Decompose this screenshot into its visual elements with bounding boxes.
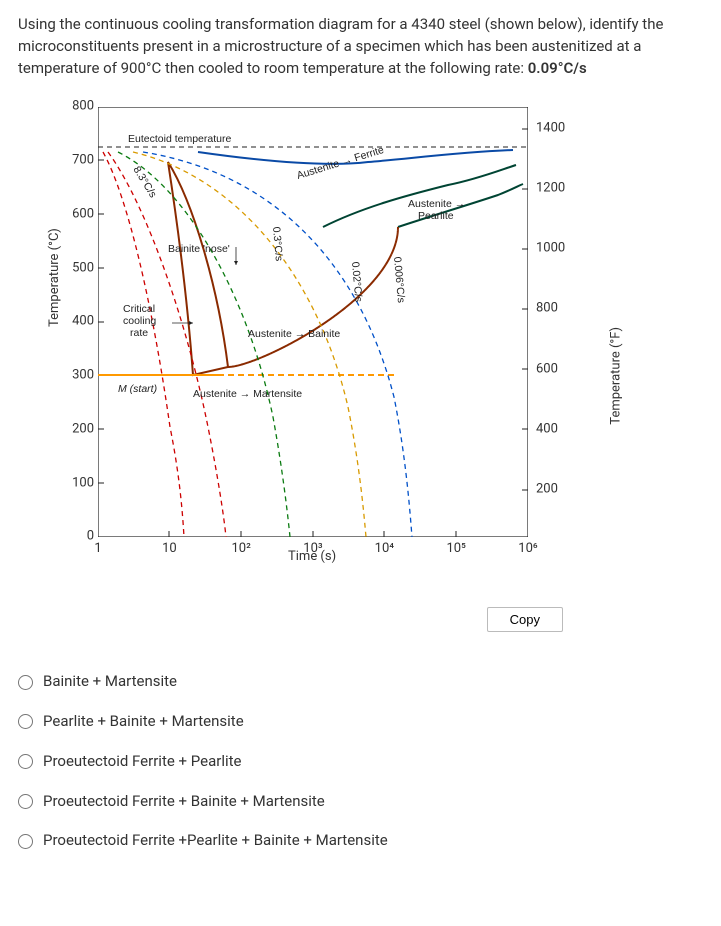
plot-area: Eutectoid temperature M (start) xyxy=(98,107,528,537)
copy-row: Copy xyxy=(18,607,703,632)
plot-svg: Eutectoid temperature M (start) xyxy=(98,107,528,537)
label-bainite-nose: Bainite 'nose' xyxy=(168,243,230,255)
question-text: Using the continuous cooling transformat… xyxy=(18,14,703,79)
rate-0p02: 0.02°C/s xyxy=(349,261,364,302)
option-2[interactable]: Pearlite + Bainite + Martensite xyxy=(18,702,703,742)
option-3[interactable]: Proeutectoid Ferrite + Pearlite xyxy=(18,742,703,782)
label-am: Austenite → Martensite xyxy=(193,388,302,400)
option-5-label: Proeutectoid Ferrite +Pearlite + Bainite… xyxy=(43,830,388,852)
question-rate: 0.09°C/s xyxy=(528,59,587,77)
option-3-label: Proeutectoid Ferrite + Pearlite xyxy=(43,751,241,773)
rate-8p3: 8.3°C/s xyxy=(130,164,158,200)
option-4[interactable]: Proeutectoid Ferrite + Bainite + Martens… xyxy=(18,782,703,822)
option-1-radio[interactable] xyxy=(18,675,33,690)
label-mstart: M (start) xyxy=(118,383,157,395)
option-3-radio[interactable] xyxy=(18,754,33,769)
copy-button[interactable]: Copy xyxy=(487,607,563,632)
option-1[interactable]: Bainite + Martensite xyxy=(18,662,703,702)
option-5-radio[interactable] xyxy=(18,834,33,849)
label-ab: Austenite → Bainite xyxy=(248,328,340,340)
option-4-radio[interactable] xyxy=(18,794,33,809)
rate-0p006: 0.006°C/s xyxy=(391,256,407,303)
y-axis-left-label: Temperature (°C) xyxy=(46,228,65,327)
label-eutectoid: Eutectoid temperature xyxy=(128,133,231,145)
option-2-radio[interactable] xyxy=(18,714,33,729)
cct-figure: Temperature (°C) Temperature (°F) Time (… xyxy=(38,97,598,597)
option-1-label: Bainite + Martensite xyxy=(43,671,177,693)
label-ccr: Critical cooling rate xyxy=(123,303,159,339)
option-4-label: Proeutectoid Ferrite + Bainite + Martens… xyxy=(43,791,325,813)
option-2-label: Pearlite + Bainite + Martensite xyxy=(43,711,244,733)
answer-options: Bainite + Martensite Pearlite + Bainite … xyxy=(18,662,703,861)
label-ap: Austenite → Pearlite xyxy=(408,198,468,222)
rate-0p3: 0.3°C/s xyxy=(270,226,285,261)
y-axis-right-label: Temperature (°F) xyxy=(608,327,627,425)
option-5[interactable]: Proeutectoid Ferrite +Pearlite + Bainite… xyxy=(18,821,703,861)
